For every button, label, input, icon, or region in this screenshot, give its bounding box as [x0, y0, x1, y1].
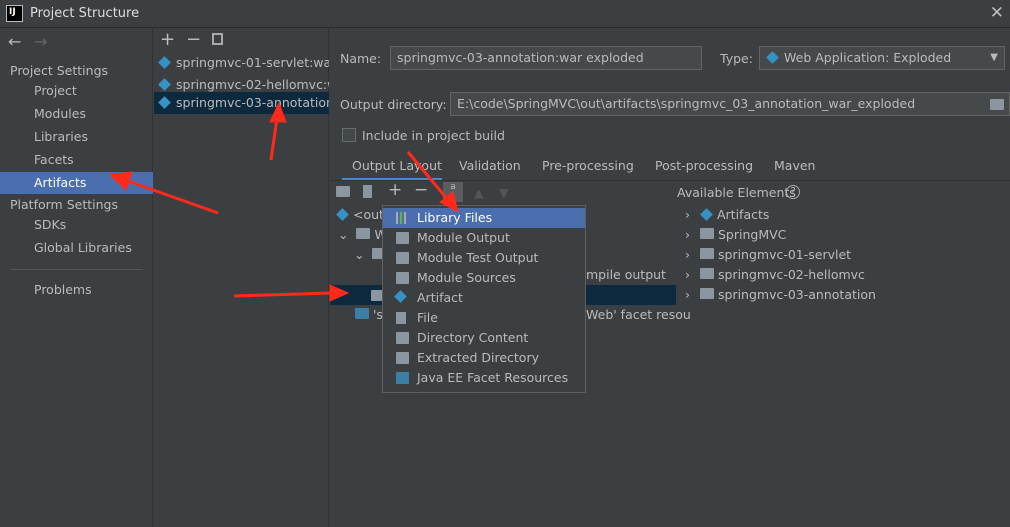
- annotation-arrows: [108, 101, 459, 302]
- red-arrow: [406, 151, 450, 201]
- red-arrow-head: [329, 284, 350, 302]
- red-arrow: [269, 117, 279, 161]
- red-arrow-head: [108, 171, 133, 191]
- red-arrow: [124, 178, 219, 215]
- red-arrow: [233, 291, 333, 298]
- red-arrow-head: [269, 101, 287, 123]
